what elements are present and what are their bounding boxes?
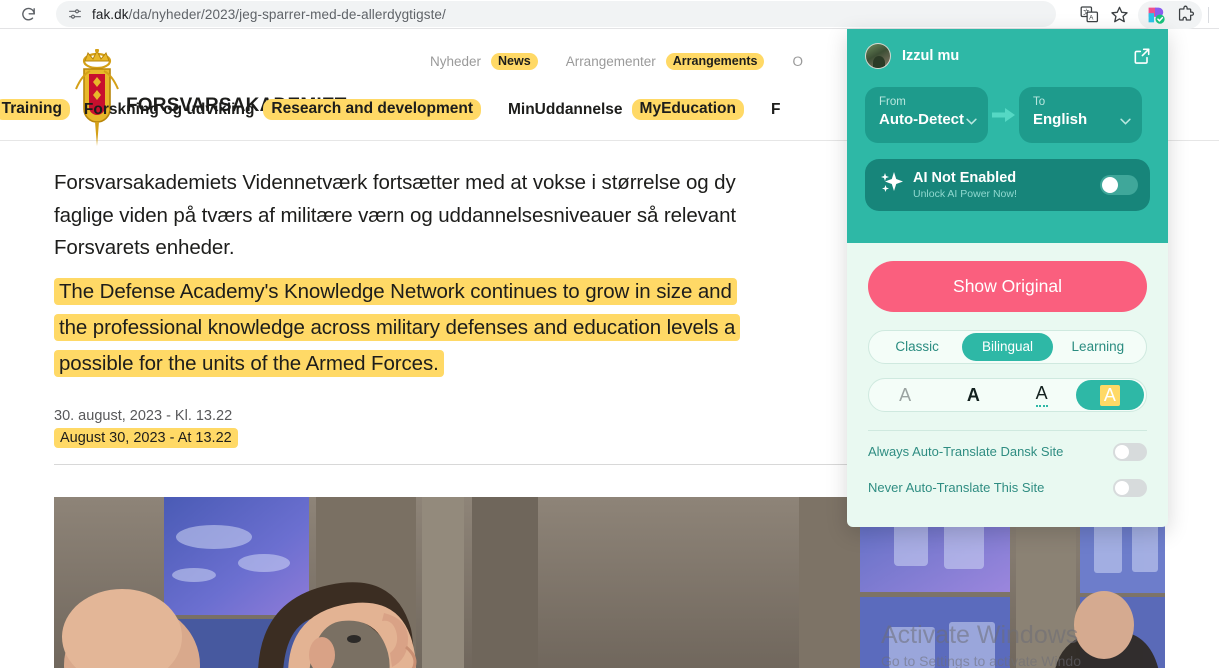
util-nav-item-1-translation[interactable]: Arrangements [665,53,765,70]
user-name: Izzul mu [902,48,960,64]
style-dotted-glyph: A [1035,383,1048,407]
style-plain-option[interactable]: A [871,380,939,410]
main-nav-item-2-translation[interactable]: MyEducation [631,99,744,120]
never-auto-translate-row: Never Auto-Translate This Site [868,472,1147,503]
from-language-select[interactable]: From Auto-Detect [865,87,988,143]
ai-toggle[interactable] [1100,175,1138,195]
main-nav-item-3-original[interactable]: F [771,101,780,119]
translator-extension-icon[interactable] [1140,1,1170,29]
paragraph-translation-line-0: The Defense Academy's Knowledge Network … [54,277,737,305]
util-nav-item-0-translation[interactable]: News [491,53,538,70]
toolbar-divider [1208,6,1209,23]
mode-tabs: Classic Bilingual Learning [868,330,1147,364]
tab-classic[interactable]: Classic [872,333,962,361]
style-bold-option[interactable]: A [939,380,1007,410]
style-plain-glyph: A [899,384,912,405]
toolbar-actions: 文 A [1074,0,1215,29]
tab-learning[interactable]: Learning [1053,333,1143,361]
ai-subtitle: Unlock AI Power Now! [913,187,1017,200]
puzzle-piece-icon[interactable] [1170,1,1200,29]
always-auto-translate-row: Always Auto-Translate Dansk Site [868,436,1147,467]
tab-bilingual[interactable]: Bilingual [962,333,1053,361]
browser-toolbar: fak.dk/da/nyheder/2023/jeg-sparrer-med-d… [0,0,1219,29]
translator-panel: Izzul mu From Auto-Detect To English AI … [847,29,1168,527]
to-language-select[interactable]: To English [1019,87,1142,143]
share-icon[interactable] [1132,46,1152,71]
main-nav-item-1-original[interactable]: Forskning og udvikling [84,101,255,119]
screen: fak.dk/da/nyheder/2023/jeg-sparrer-med-d… [0,0,1219,668]
util-nav-item-0-original[interactable]: Nyheder [430,54,481,69]
url-host: fak.dk [92,6,129,22]
panel-divider [868,430,1147,431]
url-path: /da/nyheder/2023/jeg-sparrer-med-de-alle… [128,6,446,22]
google-translate-icon[interactable]: 文 A [1074,1,1104,29]
style-bold-glyph: A [966,384,980,405]
address-bar[interactable]: fak.dk/da/nyheder/2023/jeg-sparrer-med-d… [56,1,1056,27]
style-dotted-underline-option[interactable]: A [1008,380,1076,410]
paragraph-translation-line-2: possible for the units of the Armed Forc… [54,349,444,377]
from-label: From [879,96,906,108]
chevron-down-icon[interactable] [966,112,977,130]
main-nav-item-1-translation[interactable]: Research and development [263,99,481,120]
ai-texts: AI Not Enabled Unlock AI Power Now! [913,170,1017,201]
style-selector: A A A A [868,378,1147,412]
ai-banner[interactable]: AI Not Enabled Unlock AI Power Now! [865,159,1150,211]
article-date-translation: August 30, 2023 - At 13.22 [54,427,238,448]
always-auto-translate-label: Always Auto-Translate Dansk Site [868,444,1064,459]
always-auto-translate-toggle[interactable] [1113,442,1147,461]
star-icon[interactable] [1104,1,1134,29]
panel-header: Izzul mu From Auto-Detect To English AI … [847,29,1168,243]
chevron-down-icon[interactable] [1120,112,1131,130]
user-avatar[interactable] [865,43,891,69]
site-settings-icon[interactable] [66,5,84,23]
panel-body: Show Original Classic Bilingual Learning… [847,243,1168,503]
sparkle-icon [879,171,905,200]
url-text: fak.dk/da/nyheder/2023/jeg-sparrer-med-d… [92,7,446,22]
style-highlight-option[interactable]: A [1075,380,1144,410]
panel-user-row: Izzul mu [865,43,1150,69]
extensions-pill [1138,0,1202,29]
to-value: English [1033,111,1088,128]
ai-title: AI Not Enabled [913,169,1017,186]
from-value: Auto-Detect [879,111,964,128]
style-highlight-glyph: A [1099,384,1120,406]
reload-button[interactable] [14,0,42,28]
arrow-right-icon [988,107,1019,123]
util-nav-item-1-original[interactable]: Arrangementer [566,54,656,69]
language-selector-row: From Auto-Detect To English [865,87,1150,143]
util-nav-item-2-original[interactable]: O [792,54,803,69]
main-nav-item-2-original[interactable]: MinUddannelse [508,101,623,119]
paragraph-translation-line-1: the professional knowledge across milita… [54,313,741,341]
never-auto-translate-label: Never Auto-Translate This Site [868,480,1045,495]
to-label: To [1033,96,1046,108]
show-original-button[interactable]: Show Original [868,261,1147,312]
never-auto-translate-toggle[interactable] [1113,478,1147,497]
main-nav-item-0-translation[interactable]: Training [0,99,70,120]
